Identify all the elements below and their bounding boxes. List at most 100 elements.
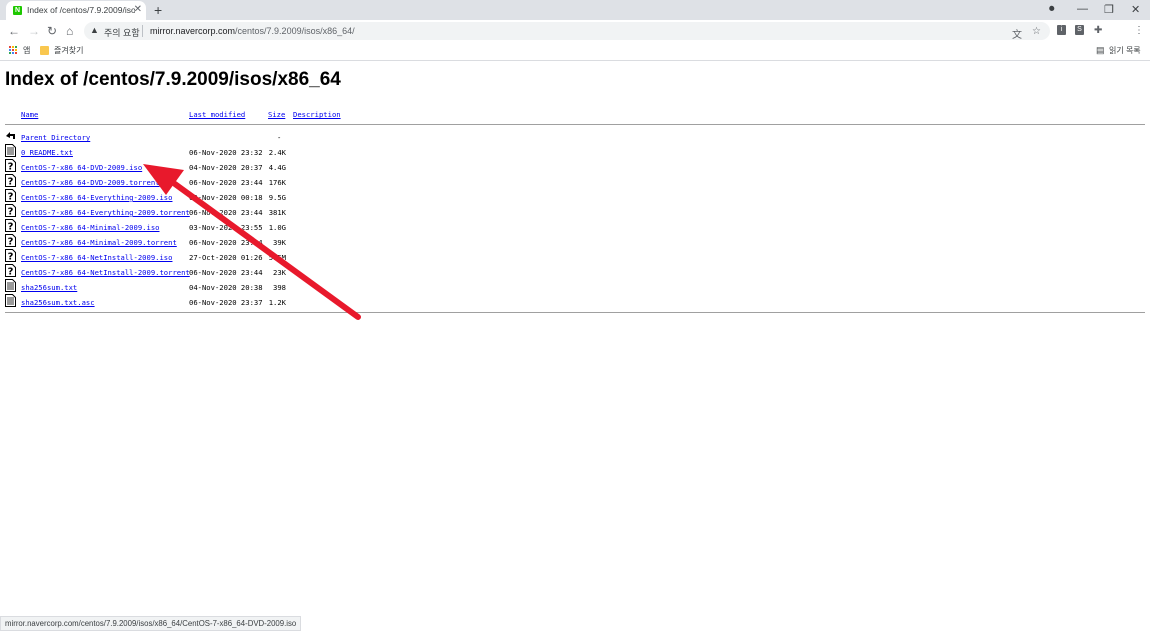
annotation-arrow [143, 164, 361, 320]
file-name-cell[interactable]: CentOS-7-x86_64-NetInstall-2009.iso [21, 253, 172, 262]
parent-directory-link-wrap[interactable]: Parent Directory [21, 133, 90, 142]
file-link[interactable]: CentOS-7-x86_64-DVD-2009.iso [21, 163, 142, 172]
file-modified: 06-Nov-2020 23:44 [189, 268, 263, 277]
file-row: sha256sum.txt 04-Nov-2020 20:38 398 [5, 279, 345, 295]
minimize-icon[interactable]: — [1077, 3, 1088, 15]
bookmarks-bar: 앱 즐겨찾기 ▤ 읽기 목록 [0, 42, 1150, 61]
file-link[interactable]: CentOS-7-x86_64-NetInstall-2009.torrent [21, 268, 190, 277]
file-link[interactable]: CentOS-7-x86_64-Everything-2009.iso [21, 193, 172, 202]
reload-icon[interactable]: ↻ [47, 24, 57, 38]
new-tab-button[interactable]: + [154, 2, 162, 18]
file-name-cell[interactable]: CentOS-7-x86_64-Everything-2009.torrent [21, 208, 190, 217]
column-header-name[interactable]: Name [21, 110, 38, 119]
extension-i-icon[interactable]: i [1057, 25, 1066, 35]
file-name-cell[interactable]: CentOS-7-x86_64-DVD-2009.torrent [21, 178, 159, 187]
unknown-file-icon: ? [5, 249, 16, 262]
unknown-file-icon: ? [5, 264, 16, 277]
svg-text:?: ? [8, 237, 14, 248]
home-icon[interactable]: ⌂ [66, 24, 73, 38]
file-modified: 03-Nov-2020 23:55 [189, 223, 263, 232]
file-modified: 04-Nov-2020 20:37 [189, 163, 263, 172]
forward-icon[interactable]: → [28, 24, 40, 38]
restore-icon[interactable]: ❐ [1104, 3, 1114, 16]
close-tab-icon[interactable]: ✕ [134, 4, 142, 15]
file-size: 381K [268, 208, 286, 217]
file-row: ? CentOS-7-x86_64-DVD-2009.torrent 06-Nov-… [5, 174, 345, 190]
parent-size: - [277, 133, 282, 142]
apps-grid-icon[interactable] [9, 46, 18, 55]
file-modified: 06-Nov-2020 23:44 [189, 178, 263, 187]
file-name-cell[interactable]: CentOS-7-x86_64-Everything-2009.iso [21, 193, 172, 202]
tab-strip: N Index of /centos/7.9.2009/isos/x ✕ + ⏺… [0, 0, 1150, 20]
extension-s-icon[interactable]: S [1075, 25, 1084, 35]
reading-list[interactable]: 읽기 목록 [1109, 45, 1141, 56]
url-host: mirror.navercorp.com [150, 26, 236, 36]
svg-text:?: ? [8, 162, 14, 173]
close-window-icon[interactable]: ✕ [1131, 3, 1140, 16]
text-file-icon [5, 279, 16, 292]
file-row: ? CentOS-7-x86_64-Minimal-2009.iso 03-Nov-… [5, 219, 345, 235]
url-text[interactable]: mirror.navercorp.com/centos/7.9.2009/iso… [150, 26, 355, 36]
column-header-description[interactable]: Description [293, 110, 341, 119]
bookmark-star-icon[interactable]: ☆ [1032, 26, 1041, 37]
column-header-modified[interactable]: Last modified [189, 110, 245, 119]
svg-text:?: ? [8, 222, 14, 233]
browser-toolbar: ← → ↻ ⌂ ▲ 주의 요함 mirror.navercorp.com/cen… [0, 20, 1150, 42]
file-name-cell[interactable]: 0_README.txt [21, 148, 73, 157]
back-icon[interactable]: ← [8, 24, 20, 38]
text-file-icon [5, 144, 16, 157]
address-bar[interactable]: ▲ 주의 요함 mirror.navercorp.com/centos/7.9.… [84, 22, 1050, 41]
file-size: 2.4K [268, 148, 286, 157]
file-link[interactable]: CentOS-7-x86_64-DVD-2009.torrent [21, 178, 159, 187]
parent-directory-link[interactable]: Parent Directory [21, 133, 90, 142]
bookmark-favorites-folder[interactable]: 즐겨찾기 [54, 45, 83, 56]
file-row: 0_README.txt 06-Nov-2020 23:32 2.4K [5, 144, 345, 160]
file-row: ? CentOS-7-x86_64-NetInstall-2009.torrent… [5, 264, 345, 280]
column-header-modified-link[interactable]: Last modified [189, 110, 245, 119]
browser-tab[interactable]: N Index of /centos/7.9.2009/isos/x ✕ [6, 1, 146, 20]
translate-icon[interactable]: 文 [1012, 26, 1022, 41]
file-name-cell[interactable]: CentOS-7-x86_64-Minimal-2009.torrent [21, 238, 177, 247]
column-header-name-link[interactable]: Name [21, 110, 38, 119]
unknown-file-icon: ? [5, 174, 16, 187]
file-link[interactable]: 0_README.txt [21, 148, 73, 157]
file-name-cell[interactable]: CentOS-7-x86_64-DVD-2009.iso [21, 163, 142, 172]
unknown-file-icon: ? [5, 234, 16, 247]
file-modified: 06-Nov-2020 23:44 [189, 208, 263, 217]
reading-list-icon[interactable]: ▤ [1096, 45, 1105, 56]
file-size: 39K [273, 238, 286, 247]
security-label[interactable]: 주의 요함 [104, 26, 140, 39]
unknown-file-icon: ? [5, 219, 16, 232]
page-title: Index of /centos/7.9.2009/isos/x86_64 [5, 69, 341, 90]
column-header-size[interactable]: Size [268, 110, 285, 119]
file-size: 9.5G [268, 193, 286, 202]
unknown-file-icon: ? [5, 204, 16, 217]
folder-icon [40, 46, 49, 55]
footer-divider [5, 312, 1145, 313]
bookmark-apps[interactable]: 앱 [23, 45, 30, 56]
file-name-cell[interactable]: CentOS-7-x86_64-Minimal-2009.iso [21, 223, 159, 232]
file-name-cell[interactable]: sha256sum.txt.asc [21, 298, 95, 307]
extensions-puzzle-icon[interactable]: ✚ [1094, 25, 1102, 36]
file-link[interactable]: sha256sum.txt.asc [21, 298, 95, 307]
file-modified: 27-Oct-2020 01:26 [189, 253, 263, 262]
menu-icon[interactable]: ⋮ [1134, 25, 1144, 36]
file-link[interactable]: CentOS-7-x86_64-Everything-2009.torrent [21, 208, 190, 217]
svg-text:?: ? [8, 207, 14, 218]
file-row: ? CentOS-7-x86_64-Everything-2009.iso 03-N… [5, 189, 345, 205]
file-name-cell[interactable]: sha256sum.txt [21, 283, 77, 292]
file-row: sha256sum.txt.asc 06-Nov-2020 23:37 1.2K [5, 294, 345, 310]
file-link[interactable]: CentOS-7-x86_64-Minimal-2009.iso [21, 223, 159, 232]
url-path: /centos/7.9.2009/isos/x86_64/ [235, 26, 355, 36]
file-size: 176K [268, 178, 286, 187]
text-file-icon [5, 294, 16, 307]
file-link[interactable]: sha256sum.txt [21, 283, 77, 292]
column-header-description-link[interactable]: Description [293, 110, 341, 119]
file-link[interactable]: CentOS-7-x86_64-Minimal-2009.torrent [21, 238, 177, 247]
profile-icon[interactable]: ⏺ [1049, 3, 1055, 16]
file-link[interactable]: CentOS-7-x86_64-NetInstall-2009.iso [21, 253, 172, 262]
file-name-cell[interactable]: CentOS-7-x86_64-NetInstall-2009.torrent [21, 268, 190, 277]
tab-title: Index of /centos/7.9.2009/isos/x [27, 5, 135, 15]
column-header-size-link[interactable]: Size [268, 110, 285, 119]
file-row: ? CentOS-7-x86_64-DVD-2009.iso 04-Nov-2020… [5, 159, 345, 175]
